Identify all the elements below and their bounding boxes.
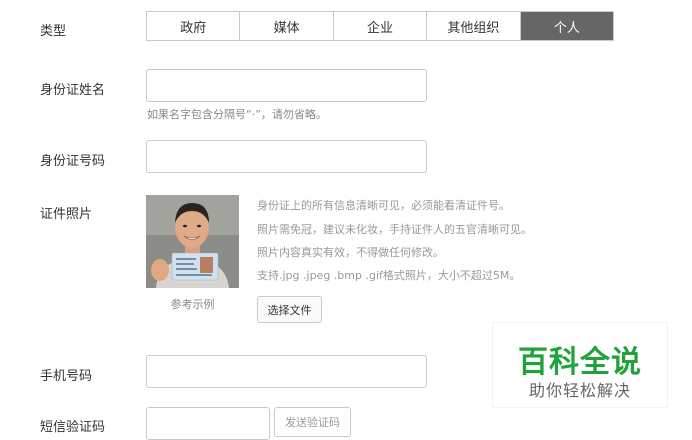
id-name-label: 身份证姓名 xyxy=(40,83,106,98)
watermark-logo: 百科全说 助你轻松解决 xyxy=(493,323,667,407)
choose-file-button[interactable]: 选择文件 xyxy=(257,296,322,323)
tab-individual[interactable]: 个人 xyxy=(520,12,614,40)
example-photo xyxy=(146,195,239,288)
sms-code-label: 短信验证码 xyxy=(40,420,106,435)
tab-government[interactable]: 政府 xyxy=(147,12,241,40)
tab-enterprise[interactable]: 企业 xyxy=(333,12,428,40)
phone-label: 手机号码 xyxy=(40,369,93,384)
id-photo-label: 证件照片 xyxy=(40,207,93,222)
type-label: 类型 xyxy=(40,24,67,39)
type-selector: 政府 媒体 企业 其他组织 个人 xyxy=(146,11,614,41)
id-number-input[interactable] xyxy=(146,140,427,173)
watermark-subtitle: 助你轻松解决 xyxy=(528,381,631,400)
photo-requirement-2: 照片需免冠，建议未化妆，手持证件人的五官清晰可见。 xyxy=(257,223,532,236)
tab-other-organization[interactable]: 其他组织 xyxy=(427,12,521,40)
photo-requirement-4: 支持.jpg .jpeg .bmp .gif格式照片，大小不超过5M。 xyxy=(257,269,521,282)
example-photo-caption: 参考示例 xyxy=(170,298,215,311)
id-name-hint: 如果名字包含分隔号“·”，请勿省略。 xyxy=(147,108,327,121)
watermark-title: 百科全说 xyxy=(518,345,642,380)
id-number-label: 身份证号码 xyxy=(40,154,106,169)
photo-requirement-3: 照片内容真实有效，不得做任何修改。 xyxy=(257,246,444,259)
sms-code-input[interactable] xyxy=(146,407,270,440)
person-holding-id-image xyxy=(146,195,239,288)
phone-input[interactable] xyxy=(146,355,427,388)
photo-requirement-1: 身份证上的所有信息清晰可见，必须能看清证件号。 xyxy=(257,199,510,212)
id-name-input[interactable] xyxy=(146,69,427,102)
send-code-button[interactable]: 发送验证码 xyxy=(274,407,351,437)
tab-media[interactable]: 媒体 xyxy=(240,12,334,40)
